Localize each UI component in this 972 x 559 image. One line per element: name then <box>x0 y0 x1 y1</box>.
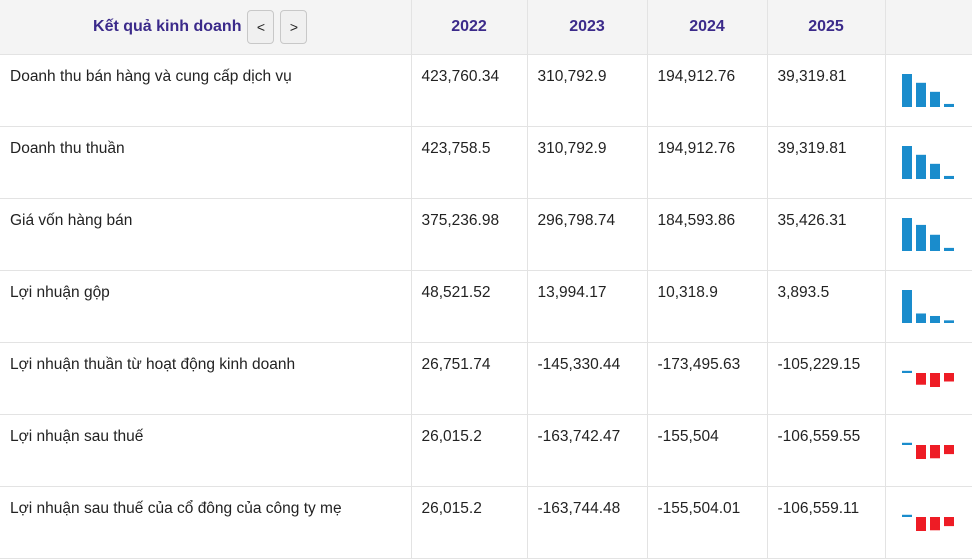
value-cell: 310,792.9 <box>527 54 648 127</box>
sparkline-chart <box>901 370 954 387</box>
sparkline-bar <box>901 289 912 323</box>
value-cell: -105,229.15 <box>767 342 886 415</box>
year-header-2025: 2025 <box>767 0 886 55</box>
sparkline-bar <box>943 516 954 526</box>
table-row: Lợi nhuận sau thuế của cổ đông của công … <box>0 486 972 559</box>
sparkline-bar <box>929 91 940 107</box>
row-label: Lợi nhuận gộp <box>0 270 412 343</box>
value-cell: -155,504 <box>647 414 768 487</box>
sparkline-cell <box>885 414 972 487</box>
value-cell: 194,912.76 <box>647 126 768 199</box>
table-row: Lợi nhuận gộp 48,521.52 13,994.17 10,318.9 3… <box>0 270 972 343</box>
year-header-2024: 2024 <box>647 0 768 55</box>
sparkline-bar <box>915 444 926 459</box>
value-cell: 310,792.9 <box>527 126 648 199</box>
value-cell: 296,798.74 <box>527 198 648 271</box>
value-cell: -155,504.01 <box>647 486 768 559</box>
sparkline-cell <box>885 198 972 271</box>
sparkline-bar <box>901 514 912 517</box>
sparkline-bar <box>901 145 912 179</box>
header-row: Kết quả kinh doanh < > 2022 2023 2024 20… <box>0 0 972 55</box>
business-results-table: Kết quả kinh doanh < > 2022 2023 2024 20… <box>0 0 972 559</box>
value-cell: -163,742.47 <box>527 414 648 487</box>
table-row: Doanh thu bán hàng và cung cấp dịch vụ 42… <box>0 54 972 127</box>
year-header-2023: 2023 <box>527 0 648 55</box>
value-cell: -173,495.63 <box>647 342 768 415</box>
value-cell: 10,318.9 <box>647 270 768 343</box>
sparkline-bar <box>915 372 926 385</box>
row-label: Doanh thu bán hàng và cung cấp dịch vụ <box>0 54 412 127</box>
sparkline-bar <box>929 372 940 387</box>
sparkline-bar <box>929 516 940 530</box>
sparkline-chart <box>901 73 954 107</box>
section-title: Kết quả kinh doanh <box>93 18 242 35</box>
sparkline-bar <box>901 370 912 373</box>
sparkline-bar <box>943 175 954 179</box>
value-cell: 3,893.5 <box>767 270 886 343</box>
value-cell: 26,015.2 <box>411 486 528 559</box>
row-label: Giá vốn hàng bán <box>0 198 412 271</box>
value-cell: 48,521.52 <box>411 270 528 343</box>
sparkline-bar <box>915 224 926 251</box>
sparkline-bar <box>915 312 926 323</box>
sparkline-bar <box>901 217 912 251</box>
sparkline-bar <box>929 315 940 323</box>
value-cell: 39,319.81 <box>767 126 886 199</box>
row-label: Lợi nhuận sau thuế của cổ đông của công … <box>0 486 412 559</box>
sparkline-bar <box>943 103 954 107</box>
value-cell: 375,236.98 <box>411 198 528 271</box>
sparkline-cell <box>885 270 972 343</box>
sparkline-bar <box>929 163 940 179</box>
sparkline-bar <box>929 234 940 251</box>
next-button[interactable]: > <box>280 10 308 44</box>
row-label: Lợi nhuận sau thuế <box>0 414 412 487</box>
value-cell: 26,751.74 <box>411 342 528 415</box>
value-cell: -106,559.55 <box>767 414 886 487</box>
sparkline-bar <box>915 516 926 531</box>
row-label: Doanh thu thuần <box>0 126 412 199</box>
table-row: Lợi nhuận thuần từ hoạt động kinh doanh 2… <box>0 342 972 415</box>
value-cell: 13,994.17 <box>527 270 648 343</box>
value-cell: -163,744.48 <box>527 486 648 559</box>
value-cell: -145,330.44 <box>527 342 648 415</box>
row-label: Lợi nhuận thuần từ hoạt động kinh doanh <box>0 342 412 415</box>
prev-button[interactable]: < <box>247 10 275 44</box>
sparkline-bar <box>901 442 912 445</box>
sparkline-chart <box>901 514 954 531</box>
sparkline-chart <box>901 217 954 251</box>
sparkline-bar <box>929 444 940 458</box>
table-row: Doanh thu thuần 423,758.5 310,792.9 194,912… <box>0 126 972 199</box>
value-cell: -106,559.11 <box>767 486 886 559</box>
sparkline-cell <box>885 486 972 559</box>
value-cell: 39,319.81 <box>767 54 886 127</box>
value-cell: 184,593.86 <box>647 198 768 271</box>
sparkline-header <box>885 0 972 55</box>
sparkline-chart <box>901 145 954 179</box>
value-cell: 26,015.2 <box>411 414 528 487</box>
sparkline-bar <box>915 82 926 107</box>
value-cell: 35,426.31 <box>767 198 886 271</box>
sparkline-bar <box>915 154 926 179</box>
sparkline-cell <box>885 54 972 127</box>
sparkline-cell <box>885 126 972 199</box>
sparkline-bar <box>943 372 954 381</box>
sparkline-chart <box>901 289 954 323</box>
sparkline-cell <box>885 342 972 415</box>
header-title-cell: Kết quả kinh doanh < > <box>0 0 412 55</box>
table-row: Giá vốn hàng bán 375,236.98 296,798.74 184,… <box>0 198 972 271</box>
sparkline-bar <box>901 73 912 107</box>
sparkline-bar <box>943 247 954 251</box>
sparkline-bar <box>943 319 954 323</box>
value-cell: 194,912.76 <box>647 54 768 127</box>
year-header-2022: 2022 <box>411 0 528 55</box>
value-cell: 423,758.5 <box>411 126 528 199</box>
table-row: Lợi nhuận sau thuế 26,015.2 -163,742.47 -15… <box>0 414 972 487</box>
value-cell: 423,760.34 <box>411 54 528 127</box>
sparkline-bar <box>943 444 954 454</box>
